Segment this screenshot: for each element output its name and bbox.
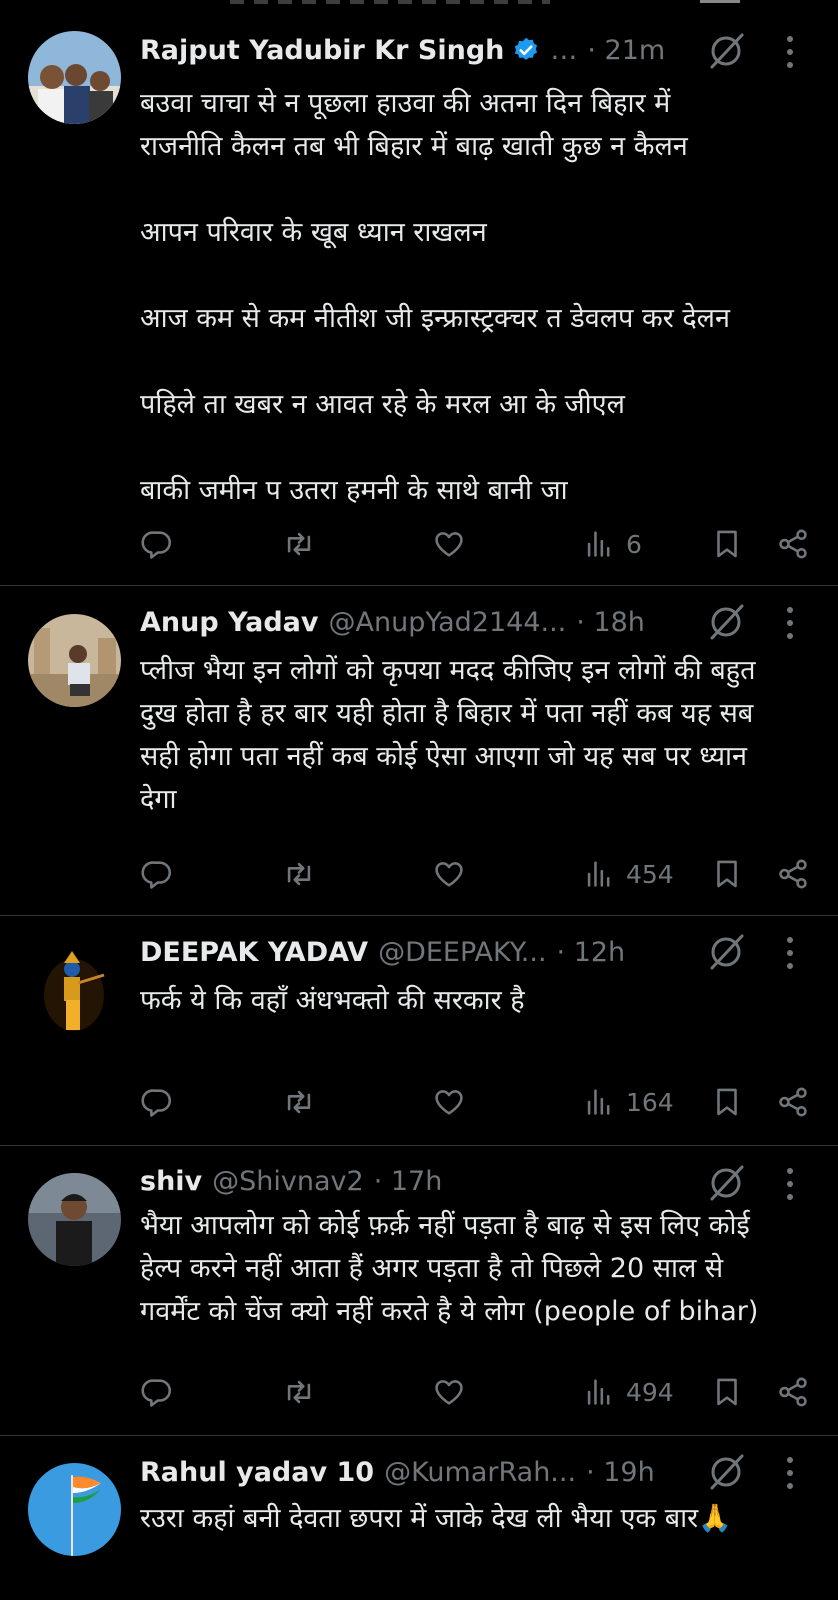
avatar[interactable] xyxy=(28,1463,121,1556)
tweet-text: रउरा कहां बनी देवता छपरा में जाके देख ली… xyxy=(140,1503,732,1534)
tweet[interactable]: DEEPAK YADAV @DEEPAKY... · 12h फर्क ये क… xyxy=(0,916,838,1146)
views-button[interactable]: 6 xyxy=(582,524,642,564)
display-name[interactable]: shiv xyxy=(140,1166,202,1197)
reply-icon xyxy=(141,1089,172,1117)
heart-icon xyxy=(435,532,463,557)
retweet-icon xyxy=(287,1090,311,1114)
tweet-text: बउवा चाचा से न पूछला हाउवा की अतना दिन ब… xyxy=(140,88,730,506)
avatar[interactable] xyxy=(28,31,121,124)
avatar[interactable] xyxy=(28,614,121,707)
tweet-actions: 454 xyxy=(140,854,808,894)
retweet-button[interactable] xyxy=(282,1082,316,1122)
tweet-actions: 494 xyxy=(140,1372,808,1412)
more-vertical-icon[interactable] xyxy=(784,1455,796,1491)
bookmark-icon xyxy=(717,860,737,888)
tweet[interactable]: shiv @Shivnav2 · 17h भैया आपलोग को कोई फ… xyxy=(0,1146,838,1436)
views-button[interactable]: 454 xyxy=(582,854,674,894)
grok-icon[interactable] xyxy=(704,29,748,73)
username[interactable]: … xyxy=(550,35,577,66)
heart-icon xyxy=(435,1090,463,1115)
retweet-button[interactable] xyxy=(282,1372,316,1412)
views-button[interactable]: 164 xyxy=(582,1082,674,1122)
retweet-icon xyxy=(287,862,311,886)
like-button[interactable] xyxy=(432,854,466,894)
tweet-actions: 6 xyxy=(140,524,808,564)
tweet[interactable]: Rahul yadav 10 @KumarRah... · 19h रउरा क… xyxy=(0,1436,838,1600)
reply-icon xyxy=(141,861,172,889)
bookmark-button[interactable] xyxy=(710,854,744,894)
more-vertical-icon[interactable] xyxy=(784,34,796,70)
share-button[interactable] xyxy=(776,524,810,564)
bookmark-button[interactable] xyxy=(710,1082,744,1122)
tweet[interactable]: Anup Yadav @AnupYad2144... · 18h प्लीज भ… xyxy=(0,586,838,916)
display-name[interactable]: Rahul yadav 10 xyxy=(140,1457,374,1488)
heart-icon xyxy=(435,862,463,887)
bookmark-button[interactable] xyxy=(710,524,744,564)
timestamp[interactable]: · 18h xyxy=(576,607,645,638)
retweet-button[interactable] xyxy=(282,854,316,894)
reply-icon xyxy=(141,1379,172,1407)
grok-icon[interactable] xyxy=(704,1450,748,1494)
grok-icon[interactable] xyxy=(704,600,748,644)
timestamp[interactable]: · 12h xyxy=(557,937,626,968)
timestamp[interactable]: · 17h xyxy=(374,1166,443,1197)
like-button[interactable] xyxy=(432,1082,466,1122)
views-icon xyxy=(587,1379,610,1405)
reply-button[interactable] xyxy=(140,854,174,894)
username[interactable]: @AnupYad2144... xyxy=(329,607,567,638)
bookmark-button[interactable] xyxy=(710,1372,744,1412)
views-count: 454 xyxy=(626,859,674,889)
avatar[interactable] xyxy=(28,1173,121,1266)
more-vertical-icon[interactable] xyxy=(784,935,796,971)
username[interactable]: @Shivnav2 xyxy=(212,1166,364,1197)
views-count: 494 xyxy=(626,1377,674,1407)
views-button[interactable]: 494 xyxy=(582,1372,674,1412)
views-count: 6 xyxy=(626,529,642,559)
username[interactable]: @KumarRah... xyxy=(384,1457,576,1488)
more-vertical-icon[interactable] xyxy=(784,1166,796,1202)
share-button[interactable] xyxy=(776,1082,810,1122)
display-name[interactable]: DEEPAK YADAV xyxy=(140,937,368,968)
share-icon xyxy=(779,1377,807,1407)
display-name[interactable]: Rajput Yadubir Kr Singh xyxy=(140,35,504,66)
share-icon xyxy=(779,1087,807,1117)
tweet-text: प्लीज भैया इन लोगों को कृपया मदद कीजिए इ… xyxy=(140,655,756,815)
share-icon xyxy=(779,859,807,889)
timestamp[interactable]: · 19h xyxy=(586,1457,655,1488)
username[interactable]: @DEEPAKY... xyxy=(378,937,546,968)
bookmark-icon xyxy=(717,1088,737,1116)
views-icon xyxy=(587,531,610,557)
reply-button[interactable] xyxy=(140,1082,174,1122)
avatar[interactable] xyxy=(28,945,121,1038)
grok-icon[interactable] xyxy=(704,1161,748,1205)
display-name[interactable]: Anup Yadav xyxy=(140,607,319,638)
share-button[interactable] xyxy=(776,854,810,894)
bookmark-icon xyxy=(717,530,737,558)
views-icon xyxy=(587,1089,610,1115)
like-button[interactable] xyxy=(432,524,466,564)
tweet[interactable]: Rajput Yadubir Kr Singh … · 21m बउवा चाच… xyxy=(0,0,838,586)
reply-button[interactable] xyxy=(140,1372,174,1412)
reply-button[interactable] xyxy=(140,524,174,564)
share-button[interactable] xyxy=(776,1372,810,1412)
grok-icon[interactable] xyxy=(704,930,748,974)
heart-icon xyxy=(435,1380,463,1405)
retweet-button[interactable] xyxy=(282,524,316,564)
reply-icon xyxy=(141,531,172,559)
retweet-icon xyxy=(287,532,311,556)
timestamp[interactable]: · 21m xyxy=(587,35,665,66)
retweet-icon xyxy=(287,1380,311,1404)
views-icon xyxy=(587,861,610,887)
views-count: 164 xyxy=(626,1087,674,1117)
tweet-text: भैया आपलोग को कोई फ़र्क़ नहीं पड़ता है ब… xyxy=(140,1210,759,1327)
bookmark-icon xyxy=(717,1378,737,1406)
tweet-text: फर्क ये कि वहाँ अंधभक्तो की सरकार है xyxy=(140,985,525,1016)
like-button[interactable] xyxy=(432,1372,466,1412)
tweet-actions: 164 xyxy=(140,1082,808,1122)
share-icon xyxy=(779,529,807,559)
verified-badge-icon xyxy=(515,37,538,60)
more-vertical-icon[interactable] xyxy=(784,605,796,641)
